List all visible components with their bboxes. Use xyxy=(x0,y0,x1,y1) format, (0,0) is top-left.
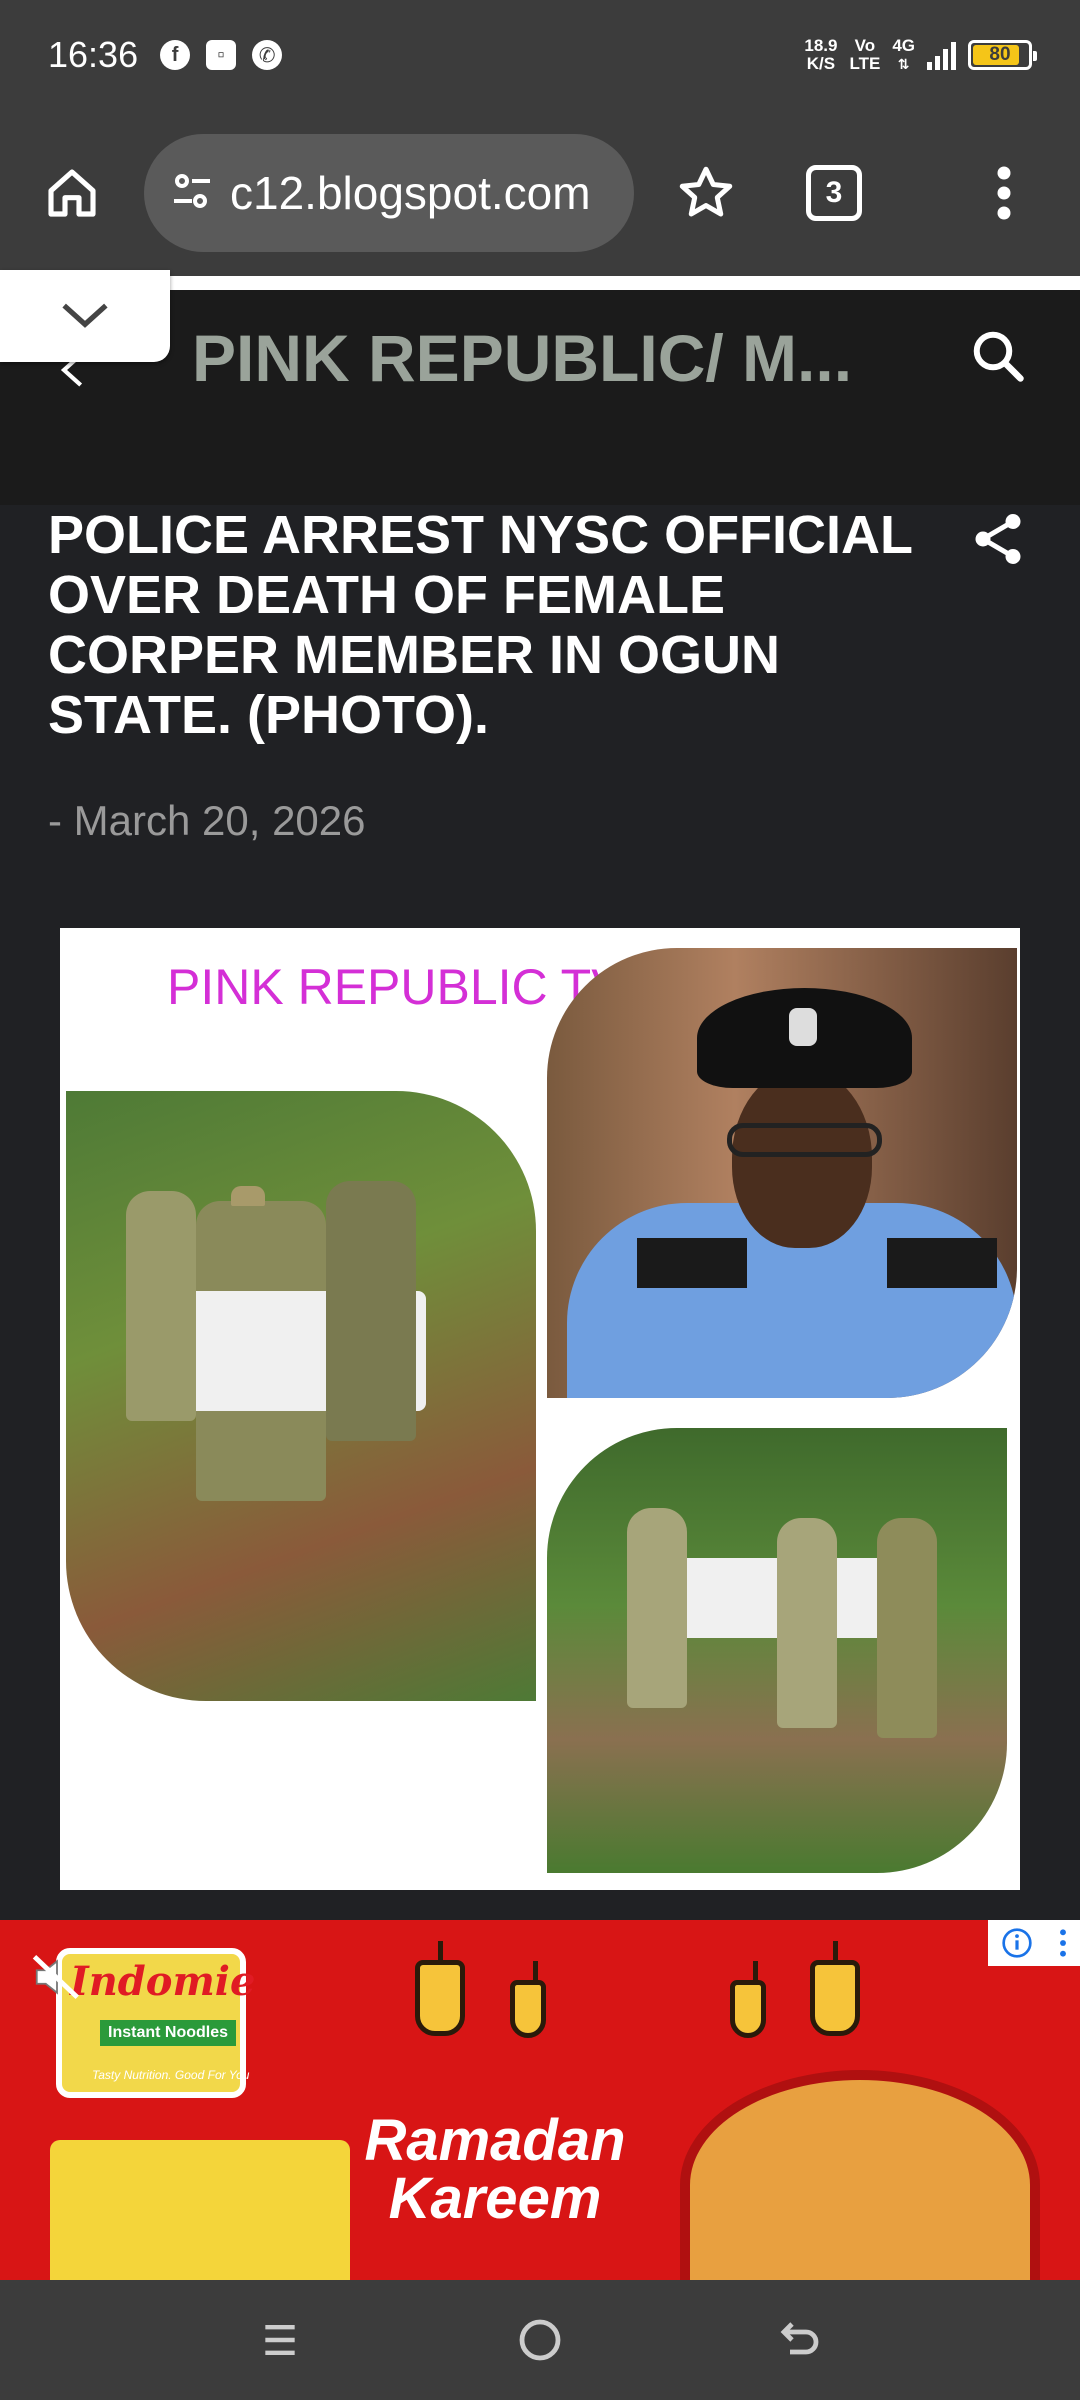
post-date: - March 20, 2026 xyxy=(48,797,366,844)
ad-brand-name: Indomie xyxy=(70,1958,256,2005)
back-icon xyxy=(780,2322,819,2355)
ad-options-icon[interactable] xyxy=(1058,1927,1068,1959)
messenger-icon: ▫ xyxy=(206,40,237,70)
network-type: 4G ⇅ xyxy=(892,37,915,73)
photo-figure xyxy=(126,1191,196,1421)
volte-indicator: Vo LTE xyxy=(849,37,880,73)
ad-headline-line2: Kareem xyxy=(388,2166,602,2231)
lantern-icon xyxy=(415,1941,465,2036)
bookmark-button[interactable] xyxy=(670,157,742,229)
volume-muted-icon xyxy=(32,1954,79,2000)
lantern-icon xyxy=(510,1961,546,2038)
network-speed-value: 18.9 xyxy=(804,36,838,55)
network-speed: 18.9 K/S xyxy=(804,37,837,73)
photo-figure xyxy=(627,1508,687,1708)
mute-button[interactable] xyxy=(30,1950,84,2009)
address-bar[interactable]: c12.blogspot.com xyxy=(144,134,634,252)
officer-cap-badge xyxy=(789,1008,817,1046)
ad-headline: Ramadan Kareem xyxy=(330,2112,660,2228)
image-panel-corpers-carrying-body xyxy=(66,1091,536,1701)
chevron-down-icon xyxy=(62,303,108,328)
image-panel-police-officer xyxy=(547,948,1017,1398)
menu-icon xyxy=(265,2324,295,2356)
signal-strength-icon xyxy=(927,40,956,70)
article-image[interactable]: PINK REPUBLIC TV xyxy=(60,928,1020,1890)
lantern-icon xyxy=(730,1961,766,2038)
officer-glasses xyxy=(727,1123,882,1157)
facebook-icon: f xyxy=(160,40,191,70)
officer-face xyxy=(732,1068,872,1248)
info-icon[interactable] xyxy=(1001,1927,1033,1959)
share-button[interactable] xyxy=(968,509,1028,574)
article: POLICE ARREST NYSC OFFICIAL OVER DEATH O… xyxy=(0,505,1080,1920)
circle-home-icon xyxy=(519,2319,561,2361)
collapse-toolbar-button[interactable] xyxy=(0,270,170,362)
image-panel-procession xyxy=(547,1428,1007,1873)
officer-epaulette xyxy=(637,1238,747,1288)
ad-product-line: Instant Noodles xyxy=(100,2020,237,2046)
volte-bottom: LTE xyxy=(849,54,881,73)
network-speed-unit: K/S xyxy=(806,54,836,73)
system-navigation-bar xyxy=(0,2280,1080,2400)
blog-title[interactable]: PINK REPUBLIC/ M... xyxy=(192,320,852,396)
status-time: 16:36 xyxy=(48,34,139,75)
battery-icon: 80 xyxy=(968,40,1037,70)
url-text[interactable]: c12.blogspot.com xyxy=(230,166,591,220)
photo-cap xyxy=(231,1186,265,1206)
photo-figure xyxy=(877,1518,937,1738)
whatsapp-icon: ✆ xyxy=(252,40,283,70)
recent-apps-button[interactable] xyxy=(240,2300,320,2380)
home-icon xyxy=(48,169,96,217)
ad-tagline: Tasty Nutrition. Good For You xyxy=(92,2068,250,2082)
more-menu-button[interactable] xyxy=(968,157,1040,229)
battery-level: 80 xyxy=(989,44,1011,65)
network-type-label: 4G xyxy=(892,36,915,55)
image-caption: PINK REPUBLIC TV xyxy=(167,959,625,1015)
advertisement-banner[interactable]: Indomie Instant Noodles Tasty Nutrition.… xyxy=(0,1920,1080,2280)
ad-info-bar[interactable] xyxy=(988,1920,1080,1966)
post-title: POLICE ARREST NYSC OFFICIAL OVER DEATH O… xyxy=(48,505,913,745)
search-button[interactable] xyxy=(968,326,1028,391)
share-icon xyxy=(975,514,1021,564)
photo-figure xyxy=(777,1518,837,1728)
search-icon xyxy=(973,331,1024,382)
lantern-icon xyxy=(810,1941,860,2036)
ad-noodle-pack xyxy=(50,2140,350,2280)
tab-switcher-button[interactable]: 3 xyxy=(806,165,862,221)
site-settings-icon[interactable] xyxy=(168,167,216,220)
ad-headline-line1: Ramadan xyxy=(364,2108,626,2173)
home-button[interactable] xyxy=(36,157,108,229)
more-vert-icon xyxy=(997,166,1011,220)
star-icon xyxy=(679,166,733,217)
photo-figure xyxy=(326,1181,416,1441)
officer-epaulette xyxy=(887,1238,997,1288)
data-arrows-icon: ⇅ xyxy=(897,56,910,72)
browser-toolbar: c12.blogspot.com 3 xyxy=(0,110,1080,276)
status-indicators: 18.9 K/S Vo LTE 4G ⇅ 80 xyxy=(804,37,1037,73)
volte-top: Vo xyxy=(854,36,876,55)
home-nav-button[interactable] xyxy=(500,2300,580,2380)
back-nav-button[interactable] xyxy=(760,2300,840,2380)
ad-noodle-bowl xyxy=(680,2070,1040,2280)
status-bar: 16:36 f ▫ ✆ 18.9 K/S Vo LTE 4G ⇅ 80 xyxy=(0,0,1080,110)
